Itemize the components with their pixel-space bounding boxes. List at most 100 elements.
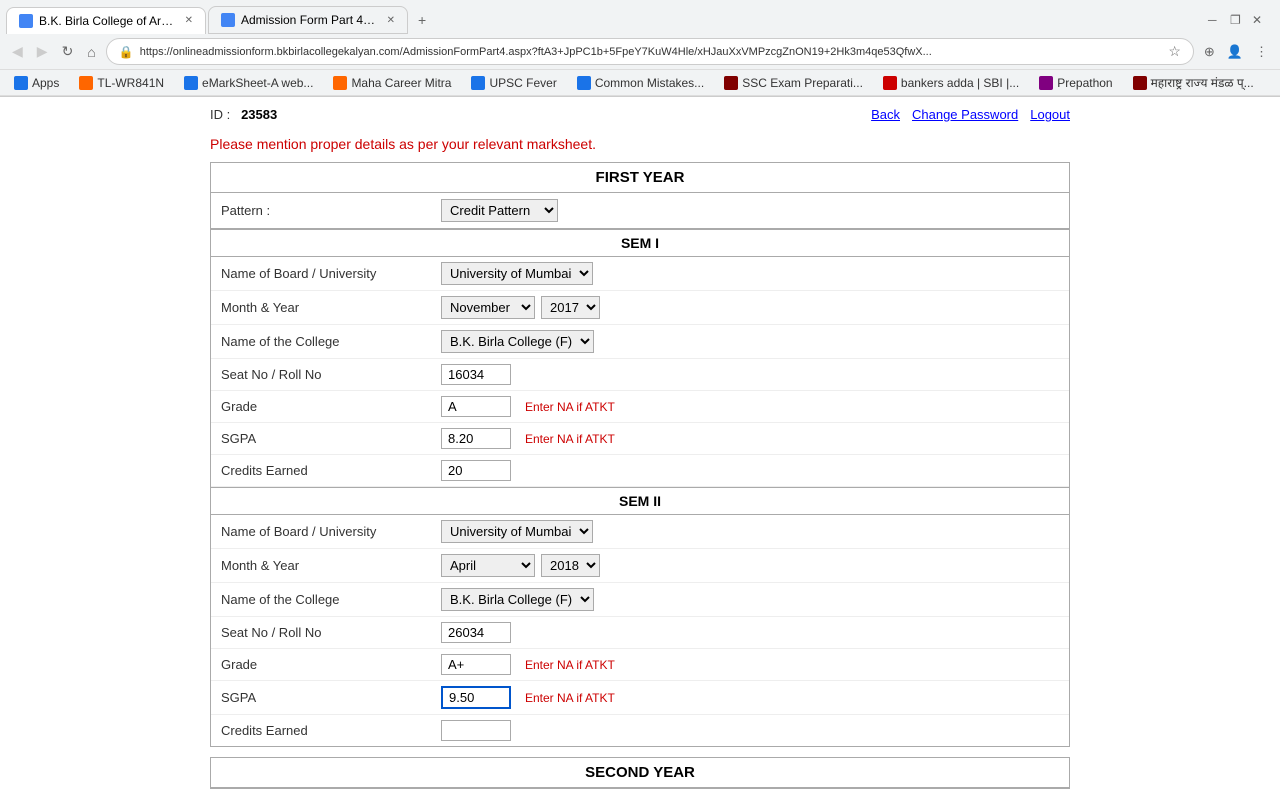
apps-bookmark-label: Apps — [32, 76, 59, 90]
pattern-select[interactable]: Credit Pattern Annual Pattern — [441, 199, 558, 222]
id-display: ID : 23583 — [210, 107, 277, 122]
sem2-grade-atkt-note: Enter NA if ATKT — [525, 658, 615, 672]
address-bar[interactable]: 🔒 https://onlineadmissionform.bkbirlacol… — [106, 38, 1194, 65]
tab-active[interactable]: B.K. Birla College of Arts, Science... ✕ — [6, 7, 206, 34]
logout-link[interactable]: Logout — [1030, 107, 1070, 122]
back-link[interactable]: Back — [871, 107, 900, 122]
second-year-section: SECOND YEAR — [210, 757, 1070, 789]
bookmark-star-icon[interactable]: ☆ — [1168, 43, 1181, 60]
tl-bookmark-label: TL-WR841N — [97, 76, 164, 90]
sem2-credits-input[interactable] — [441, 720, 511, 741]
tl-bookmark-icon — [79, 76, 93, 90]
sem1-sgpa-control: Enter NA if ATKT — [441, 428, 615, 449]
restore-button[interactable]: ❐ — [1230, 13, 1244, 27]
sem1-credits-label: Credits Earned — [221, 463, 441, 478]
sem1-month-select[interactable]: November JanuaryFebruaryMarch AprilMayJu… — [441, 296, 535, 319]
profile-button[interactable]: 👤 — [1223, 40, 1247, 64]
sem1-credits-input[interactable] — [441, 460, 511, 481]
minimize-button[interactable]: ─ — [1208, 13, 1222, 27]
sem1-month-control: November JanuaryFebruaryMarch AprilMayJu… — [441, 296, 600, 319]
navigation-bar: ◀ ▶ ↻ ⌂ 🔒 https://onlineadmissionform.bk… — [0, 34, 1280, 70]
bookmark-maharashtra[interactable]: महाराष्ट्र राज्य मंडळ प्... — [1127, 72, 1260, 93]
maha-bookmark-icon — [333, 76, 347, 90]
sem1-college-select[interactable]: B.K. Birla College (F) Other College — [441, 330, 594, 353]
sem2-month-label: Month & Year — [221, 558, 441, 573]
tab-favicon-2 — [221, 13, 235, 27]
sem2-month-select[interactable]: April JanuaryFebruaryMarch MayJuneJuly A… — [441, 554, 535, 577]
sem1-seat-input[interactable] — [441, 364, 511, 385]
extensions-button[interactable]: ⊕ — [1200, 40, 1219, 64]
tab-bar: B.K. Birla College of Arts, Science... ✕… — [0, 0, 1280, 34]
tab-favicon — [19, 14, 33, 28]
sem1-grade-label: Grade — [221, 399, 441, 414]
window-controls: ─ ❐ ✕ — [1200, 9, 1274, 31]
change-password-link[interactable]: Change Password — [912, 107, 1018, 122]
notice-text: Please mention proper details as per you… — [210, 132, 1070, 162]
tab-label-1: B.K. Birla College of Arts, Science... — [39, 14, 175, 28]
bookmark-maha[interactable]: Maha Career Mitra — [327, 74, 457, 92]
sem1-college-label: Name of the College — [221, 334, 441, 349]
sem2-board-row: Name of Board / University University of… — [211, 515, 1069, 549]
sem2-sgpa-label: SGPA — [221, 690, 441, 705]
back-nav-button[interactable]: ◀ — [8, 39, 27, 64]
forward-nav-button[interactable]: ▶ — [33, 39, 52, 64]
maha-bookmark-label: Maha Career Mitra — [351, 76, 451, 90]
bookmark-emarksheet[interactable]: eMarkSheet-A web... — [178, 74, 319, 92]
ssc-bookmark-icon — [724, 76, 738, 90]
sem1-grade-input[interactable] — [441, 396, 511, 417]
second-year-title: SECOND YEAR — [211, 758, 1069, 788]
bookmark-upsc[interactable]: UPSC Fever — [465, 74, 562, 92]
sem2-sgpa-row: SGPA Enter NA if ATKT — [211, 681, 1069, 715]
bookmark-apps[interactable]: Apps — [8, 74, 65, 92]
new-tab-button[interactable]: + — [410, 8, 434, 32]
sem1-sgpa-row: SGPA Enter NA if ATKT — [211, 423, 1069, 455]
tab-close-1[interactable]: ✕ — [185, 15, 193, 26]
sem2-seat-input[interactable] — [441, 622, 511, 643]
tab-close-2[interactable]: ✕ — [387, 15, 395, 26]
sem2-sgpa-input[interactable] — [441, 686, 511, 709]
sem2-grade-input[interactable] — [441, 654, 511, 675]
sem2-board-select[interactable]: University of Mumbai Other University — [441, 520, 593, 543]
sem1-sgpa-atkt-note: Enter NA if ATKT — [525, 432, 615, 446]
apps-bookmark-icon — [14, 76, 28, 90]
id-value: 23583 — [241, 107, 277, 122]
nav-action-buttons: ⊕ 👤 ⋮ — [1200, 40, 1272, 64]
sem1-credits-control — [441, 460, 511, 481]
close-button[interactable]: ✕ — [1252, 13, 1266, 27]
browser-chrome: B.K. Birla College of Arts, Science... ✕… — [0, 0, 1280, 97]
home-button[interactable]: ⌂ — [83, 40, 99, 64]
sem1-board-row: Name of Board / University University of… — [211, 257, 1069, 291]
sem1-sgpa-input[interactable] — [441, 428, 511, 449]
sem2-college-label: Name of the College — [221, 592, 441, 607]
page-content: ID : 23583 Back Change Password Logout P… — [190, 97, 1090, 789]
sem1-month-row: Month & Year November JanuaryFebruaryMar… — [211, 291, 1069, 325]
sem1-board-select[interactable]: University of Mumbai Other University — [441, 262, 593, 285]
bookmark-common[interactable]: Common Mistakes... — [571, 74, 710, 92]
sem1-grade-atkt-note: Enter NA if ATKT — [525, 400, 615, 414]
bookmark-ssc[interactable]: SSC Exam Preparati... — [718, 74, 869, 92]
sem2-title: SEM II — [211, 487, 1069, 515]
sem2-college-row: Name of the College B.K. Birla College (… — [211, 583, 1069, 617]
sem1-month-label: Month & Year — [221, 300, 441, 315]
sem2-college-control: B.K. Birla College (F) Other College — [441, 588, 594, 611]
bookmark-bankers[interactable]: bankers adda | SBI |... — [877, 74, 1025, 92]
pattern-label: Pattern : — [221, 203, 441, 218]
bookmark-prepathon[interactable]: Prepathon — [1033, 74, 1118, 92]
reload-button[interactable]: ↻ — [58, 39, 78, 64]
sem1-title: SEM I — [211, 229, 1069, 257]
bankers-bookmark-label: bankers adda | SBI |... — [901, 76, 1019, 90]
sem1-year-select[interactable]: 2017 2015201620182019 — [541, 296, 600, 319]
sem2-sgpa-atkt-note: Enter NA if ATKT — [525, 691, 615, 705]
bookmark-tl[interactable]: TL-WR841N — [73, 74, 170, 92]
sem1-board-control: University of Mumbai Other University — [441, 262, 593, 285]
tab-inactive[interactable]: Admission Form Part 4 - Birla ✕ — [208, 6, 408, 34]
sem2-grade-control: Enter NA if ATKT — [441, 654, 615, 675]
sem1-grade-row: Grade Enter NA if ATKT — [211, 391, 1069, 423]
sem2-year-select[interactable]: 2018 2015201620172019 — [541, 554, 600, 577]
sem2-sgpa-control: Enter NA if ATKT — [441, 686, 615, 709]
common-bookmark-label: Common Mistakes... — [595, 76, 704, 90]
sem2-grade-label: Grade — [221, 657, 441, 672]
first-year-title: FIRST YEAR — [211, 163, 1069, 193]
sem2-college-select[interactable]: B.K. Birla College (F) Other College — [441, 588, 594, 611]
menu-button[interactable]: ⋮ — [1251, 40, 1272, 64]
